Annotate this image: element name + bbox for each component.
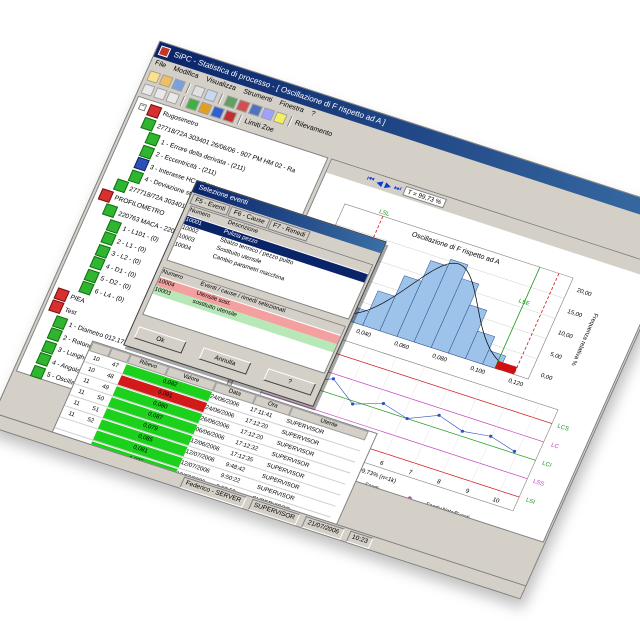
histogram-y-tick: 10,00 [557,330,574,340]
app-icon [157,45,172,58]
status-time: 10:23 [345,530,374,549]
legend-item: Scarti [363,482,379,492]
histogram-x-tick: 0,060 [393,341,410,351]
next-record-icon[interactable]: ▶ [384,180,394,190]
group-icon [97,187,115,203]
prev-record-icon[interactable]: ◀ [375,177,385,187]
control-limit-label: LC [550,443,560,451]
histogram-x-tick: 0,040 [355,329,372,339]
application-window: SiPC - Statistica di processo - [ Oscill… [0,40,640,600]
paste-icon[interactable] [165,90,181,105]
toolbar-separator [287,115,294,127]
control-limit-label: LSI [525,498,536,506]
toolbar-separator [185,82,192,94]
histogram-y-label: Frequenza relativa % [569,312,598,366]
characteristic-ok-icon [140,116,157,132]
histogram-y-tick: 0,00 [539,373,553,382]
characteristic-ok-icon [30,364,47,380]
menu-help[interactable]: ? [308,108,317,120]
toolbar-separator [179,95,187,107]
histogram-x-tick: 0,080 [431,354,448,364]
stop-icon[interactable] [222,109,238,123]
group-icon [48,299,65,315]
toolbar-separator [236,113,244,125]
toolbar-separator [217,93,225,104]
last-record-icon[interactable]: ⏭ [392,183,404,194]
tree-item-label: Test [63,306,78,317]
tree-item-label: PIEA [68,293,86,305]
legend-item: Scarti+Note/Eventi [425,502,471,522]
histogram-y-tick: 5,00 [549,352,563,361]
histogram-y-tick: 15,00 [566,309,583,319]
legend-marker [407,496,412,501]
histogram-x-tick: 0,100 [469,366,486,376]
collapse-icon[interactable]: − [137,102,148,112]
cancel-button[interactable]: Annulla [198,347,252,375]
first-record-icon[interactable]: ⏮ [365,174,376,185]
help-button[interactable]: ? [263,368,316,396]
control-limit-label: LCI [541,461,553,469]
screenshot-stage: SiPC - Statistica di processo - [ Oscill… [0,0,640,636]
control-limit-label: LSS [532,479,545,488]
histogram-y-tick: 20,00 [576,288,593,298]
control-limit-label: LCS [556,424,570,433]
histogram-x-tick: 0,120 [507,378,524,388]
characteristic-ok-icon [101,203,119,218]
ok-button[interactable]: Ok [133,326,187,354]
